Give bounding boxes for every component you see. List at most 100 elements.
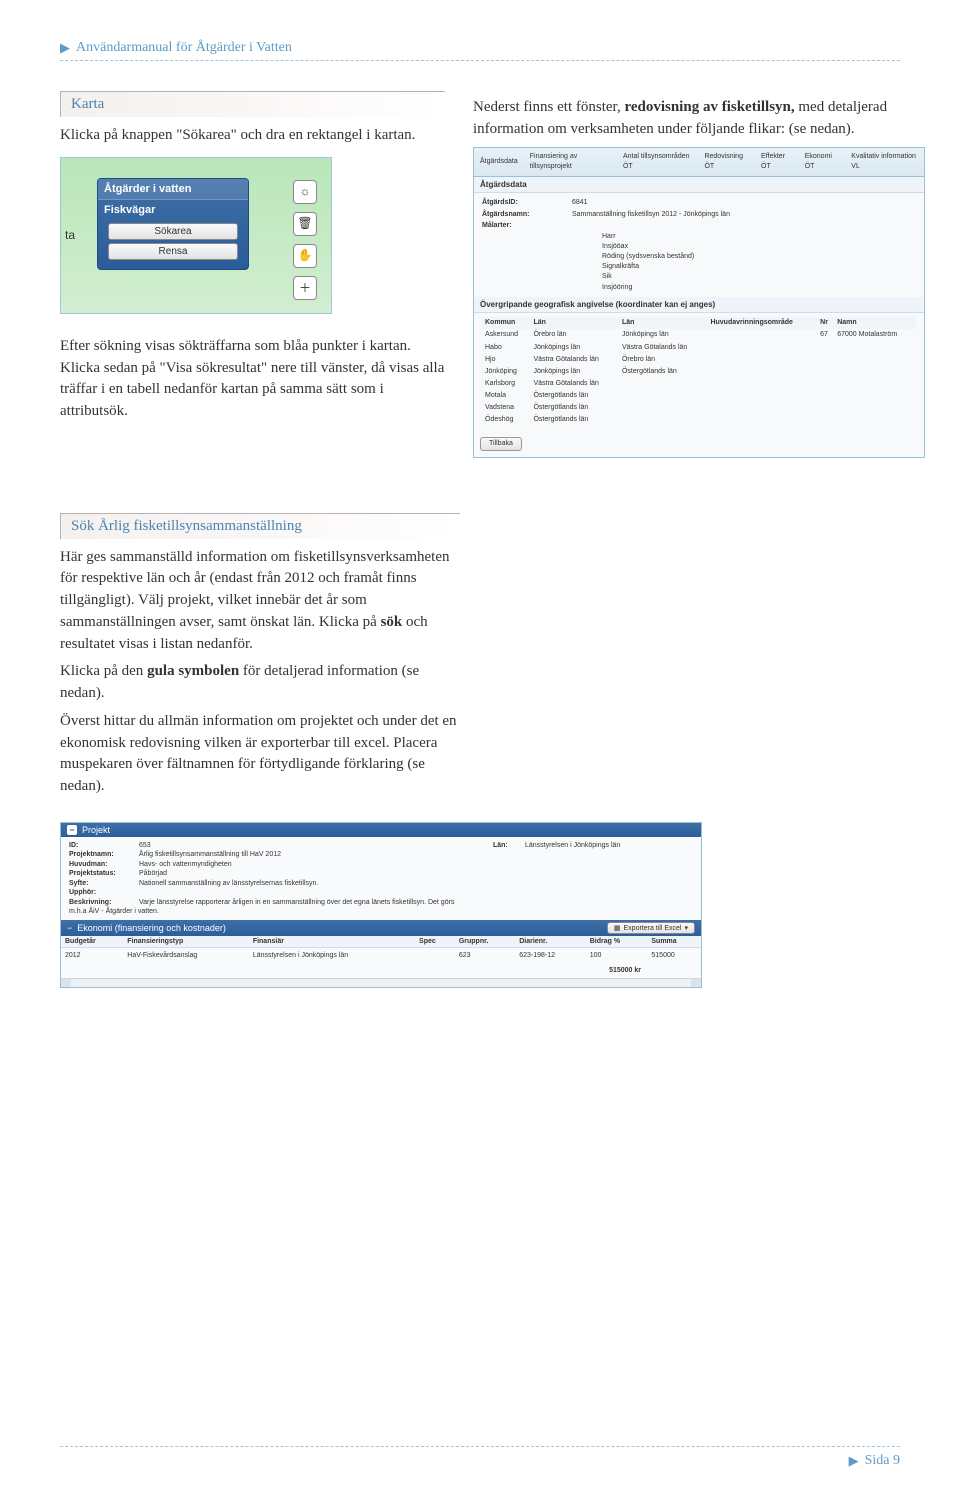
kv-label: ID:: [69, 841, 139, 850]
text-fragment-bold: sök: [381, 614, 403, 630]
name-value: Sammanställning fisketillsyn 2012 - Jönk…: [572, 210, 730, 220]
malart-item: Insjööax: [482, 242, 916, 252]
collapse-icon[interactable]: −: [67, 923, 72, 933]
tab[interactable]: Redovisning ÖT: [704, 152, 749, 172]
kv-value: 653: [139, 842, 151, 849]
map-popup: Åtgärder i vatten Fiskvägar Sökarea Rens…: [97, 178, 249, 270]
right-intro-paragraph: Nederst finns ett fönster, redovisning a…: [473, 97, 923, 141]
table-row: JönköpingJönköpings länÖstergötlands län: [482, 366, 916, 378]
kv-value: Påbörjad: [139, 870, 167, 877]
projekt-body: ID:653 Projektnamn:Årlig fisketillsynsam…: [61, 837, 701, 921]
export-label: Exportera till Excel: [624, 925, 682, 932]
col-header: Finansieringstyp: [123, 936, 249, 948]
footer-marker-icon: ▶: [849, 1453, 859, 1469]
text-fragment-bold: gula symbolen: [147, 663, 239, 679]
sum-value: 515000 kr: [61, 963, 701, 978]
kv-label: Upphör:: [69, 888, 139, 897]
col-header: Spec: [415, 936, 455, 948]
map-tool-icons: ☼ 🗑 ✋ ＋: [293, 180, 317, 300]
chevron-down-icon: ▾: [684, 924, 688, 932]
tab[interactable]: Åtgärdsdata: [480, 157, 518, 167]
col-header: Kommun: [482, 317, 530, 329]
rensa-button[interactable]: Rensa: [108, 243, 238, 260]
footer-rule: [60, 1446, 900, 1447]
sokarea-button[interactable]: Sökarea: [108, 223, 238, 240]
plus-icon[interactable]: ＋: [293, 276, 317, 300]
malarter-label: Målarter:: [482, 221, 562, 231]
ekonomi-table: Budgetår Finansieringstyp Finansiär Spec…: [61, 936, 701, 978]
tab[interactable]: Ekonomi ÖT: [805, 152, 840, 172]
tab[interactable]: Effekter ÖT: [761, 152, 793, 172]
geo-heading: Övergripande geografisk angivelse (koord…: [474, 297, 924, 314]
text-fragment: Nederst finns ett fönster,: [473, 99, 624, 115]
header-marker-icon: ▶: [60, 40, 70, 56]
table-row: ÖdeshögÖstergötlands län: [482, 414, 916, 426]
trash-icon[interactable]: 🗑: [293, 212, 317, 236]
back-button[interactable]: Tillbaka: [480, 437, 522, 451]
kv-value: Nationell sammanställning av länsstyrels…: [139, 880, 318, 887]
malart-item: Insjööring: [482, 283, 916, 293]
projekt-header: − Projekt: [61, 823, 701, 837]
atgardsdata-heading: Åtgärdsdata: [474, 177, 924, 194]
sok-arlig-paragraph-2: Klicka på den gula symbolen för detaljer…: [60, 661, 460, 705]
excel-icon: ▦: [614, 924, 621, 932]
text-fragment-bold: redovisning av fisketillsyn,: [624, 99, 794, 115]
sok-arlig-paragraph-1: Här ges sammanställd information om fisk…: [60, 547, 460, 656]
col-header: Nr: [817, 317, 834, 329]
section-heading-sok-arlig: Sök Årlig fisketillsynsammanställning: [60, 513, 460, 539]
after-search-paragraph: Efter sökning visas sökträffarna som blå…: [60, 336, 445, 423]
name-label: Åtgärdsnamn:: [482, 210, 562, 220]
sum-row: 515000 kr: [61, 963, 701, 978]
page-footer: ▶ Sida 9: [60, 1442, 900, 1469]
kv-value: Årlig fisketillsynsammanställning till H…: [139, 851, 281, 858]
table-row: HjoVästra Götalands länÖrebro län: [482, 354, 916, 366]
table-row: MotalaÖstergötlands län: [482, 390, 916, 402]
ekonomi-title: Ekonomi (finansiering och kostnader): [77, 923, 226, 933]
kv-value: Havs- och vattenmyndigheten: [139, 861, 232, 868]
atgards-tabbar: Åtgärdsdata Finansiering av tillsynsproj…: [474, 148, 924, 177]
tab[interactable]: Finansiering av tillsynsprojekt: [530, 152, 611, 172]
malart-item: Harr: [482, 232, 916, 242]
page-number: Sida 9: [865, 1453, 900, 1469]
table-row: KarlsborgVästra Götalands län: [482, 378, 916, 390]
table-row: HaboJönköpings länVästra Götalands län: [482, 342, 916, 354]
table-row: 2012 HaV-Fiskevårdsanslag Länsstyrelsen …: [61, 948, 701, 964]
col-header: Finansiär: [249, 936, 415, 948]
table-row: AskersundÖrebro länJönköpings län6767000…: [482, 329, 916, 341]
id-label: ÅtgärdsID:: [482, 198, 562, 208]
kv-label: Huvudman:: [69, 860, 139, 869]
col-header: Huvudavrinningsområde: [707, 317, 817, 329]
section-heading-karta: Karta: [60, 91, 445, 117]
horizontal-scrollbar[interactable]: [61, 978, 701, 987]
map-ta-label: ta: [65, 228, 75, 242]
map-screenshot: ta Åtgärder i vatten Fiskvägar Sökarea R…: [60, 157, 332, 314]
malart-item: Röding (sydsvenska bestånd): [482, 252, 916, 262]
geo-table: Kommun Län Län Huvudavrinningsområde Nr …: [482, 317, 916, 426]
atgardsdata-screenshot: Åtgärdsdata Finansiering av tillsynsproj…: [473, 147, 925, 458]
kv-label: Projektstatus:: [69, 869, 139, 878]
tab[interactable]: Antal tillsynsområden ÖT: [623, 152, 692, 172]
col-header: Summa: [647, 936, 701, 948]
col-header: Namn: [834, 317, 916, 329]
kv-value: Länsstyrelsen i Jönköpings län: [525, 842, 620, 849]
col-header: Bidrag %: [586, 936, 648, 948]
col-header: Gruppnr.: [455, 936, 515, 948]
col-header: Diarienr.: [515, 936, 585, 948]
collapse-icon[interactable]: −: [67, 825, 77, 835]
col-header: Budgetår: [61, 936, 123, 948]
malart-item: Sik: [482, 272, 916, 282]
col-header: Län: [619, 317, 708, 329]
sok-arlig-paragraph-3: Överst hittar du allmän information om p…: [60, 711, 460, 798]
kv-label: Projektnamn:: [69, 850, 139, 859]
hand-icon[interactable]: ✋: [293, 244, 317, 268]
star-icon[interactable]: ☼: [293, 180, 317, 204]
map-popup-title: Åtgärder i vatten: [98, 179, 248, 200]
text-fragment: Klicka på den: [60, 663, 147, 679]
doc-title: Användarmanual för Åtgärder i Vatten: [76, 40, 292, 56]
kv-label: Beskrivning:: [69, 898, 139, 907]
kv-label: Syfte:: [69, 879, 139, 888]
export-excel-button[interactable]: ▦ Exportera till Excel ▾: [607, 922, 695, 934]
col-header: Län: [530, 317, 619, 329]
ekonomi-header: − Ekonomi (finansiering och kostnader) ▦…: [61, 920, 701, 936]
tab[interactable]: Kvalitativ information VL: [851, 152, 918, 172]
